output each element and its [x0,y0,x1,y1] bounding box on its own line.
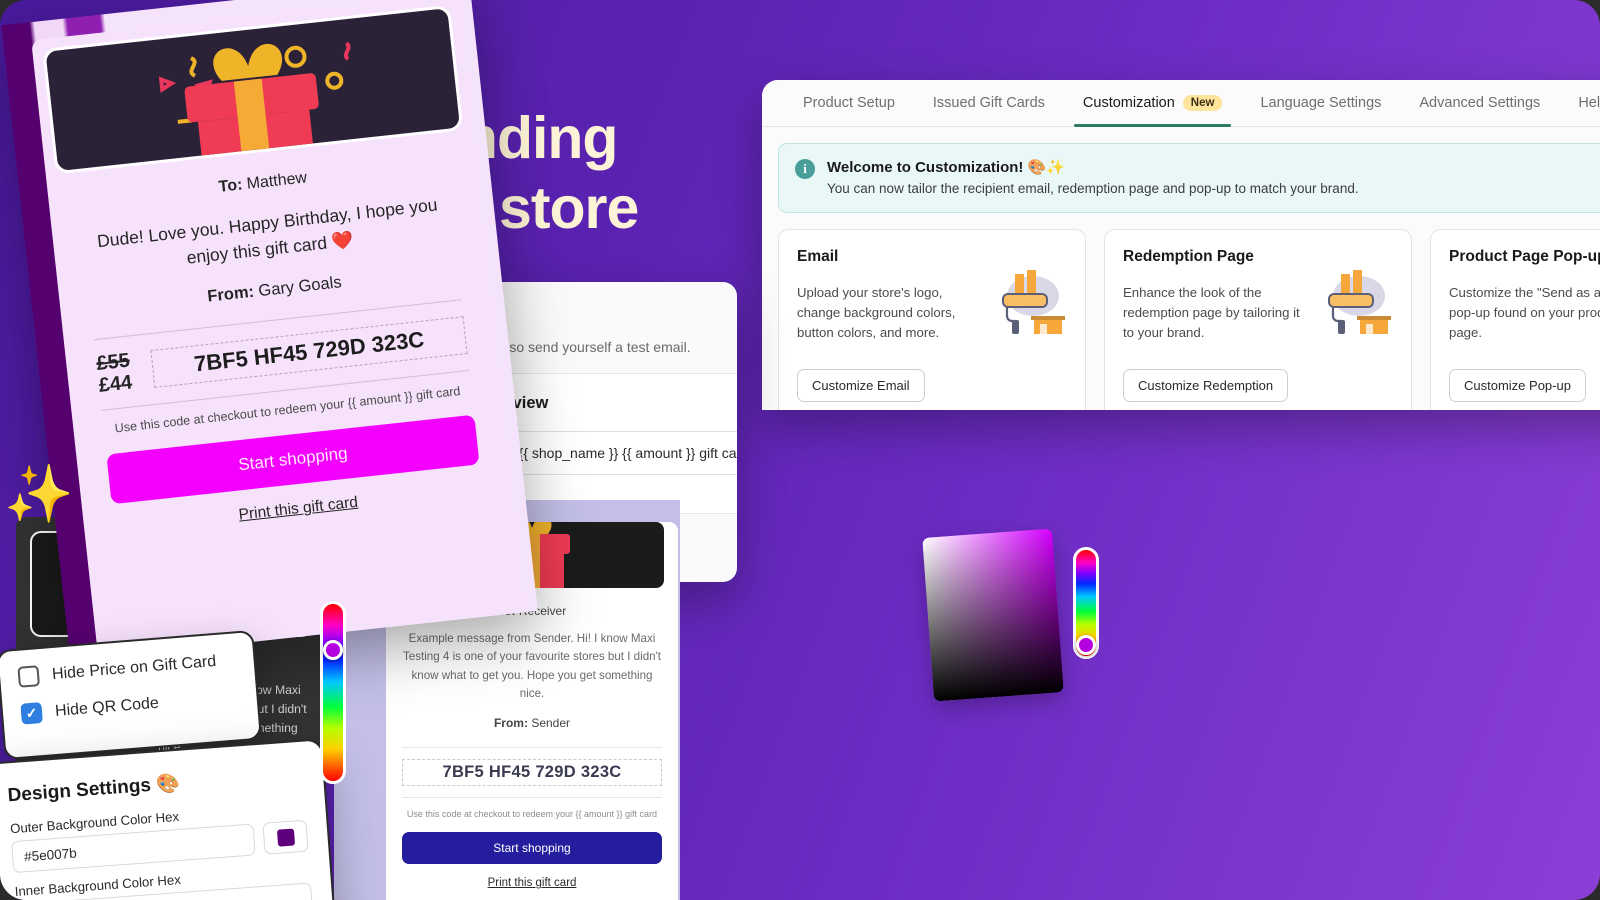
preview-subject-value: {{ shop_name }} {{ amount }} gift card [518,445,737,461]
info-icon: i [795,159,815,179]
tab-customization[interactable]: Customization New [1064,80,1242,127]
gift-box-icon [158,41,351,172]
to-value: Matthew [245,169,308,193]
from-value: Gary Goals [257,272,343,300]
outer-background-swatch[interactable] [262,819,309,855]
card-description: Customize the "Send as a gift" pop-up fo… [1449,285,1600,340]
tab-label: Help [1578,95,1600,111]
hue-slider-handle[interactable] [323,640,343,660]
card-title: Redemption Page [1123,248,1254,265]
sender-line: From: Sender [402,716,662,730]
feature-card-row: Email Upload your store's logo, change b… [762,213,1600,410]
card-product-page-popup: Product Page Pop-up Customize the "Send … [1430,229,1600,410]
gift-code: 7BF5 HF45 729D 323C [402,759,662,787]
tab-label: Product Setup [803,95,895,111]
option-hide-price[interactable]: Hide Price on Gift Card [17,649,236,688]
checkbox-checked-icon[interactable]: ✓ [20,702,43,725]
start-shopping-button[interactable]: Start shopping [402,832,662,865]
card-title: Email [797,248,839,265]
tab-label: Advanced Settings [1419,95,1541,111]
new-badge: New [1182,95,1223,111]
gift-code-section: 7BF5 HF45 729D 323C [402,747,662,799]
option-label: Hide QR Code [54,694,160,720]
print-gift-card-link[interactable]: Print this gift card [402,877,662,889]
tab-label: Issued Gift Cards [932,95,1045,111]
option-hide-qr-code[interactable]: ✓ Hide QR Code [20,686,239,725]
customize-popup-button[interactable]: Customize Pop-up [1449,369,1586,402]
card-email: Email Upload your store's logo, change b… [778,229,1086,410]
price-discounted: £44 [97,371,134,397]
banner-title: Welcome to Customization! 🎨✨ [827,159,1065,176]
option-label: Hide Price on Gift Card [51,652,217,683]
customize-email-button[interactable]: Customize Email [797,369,925,402]
tab-bar: Product Setup Issued Gift Cards Customiz… [762,80,1600,127]
code-hint: Use this code at checkout to redeem your… [406,809,658,820]
hue-slider-left[interactable] [320,601,346,784]
price-block: £55 £44 [95,349,133,397]
paint-roller-icon [1002,270,1065,334]
card-redemption-page: Redemption Page Enhance the look of the … [1104,229,1412,410]
banner-subtitle: You can now tailor the recipient email, … [827,181,1359,196]
hue-slider-right[interactable] [1073,547,1099,659]
card-description: Upload your store's logo, change backgro… [797,285,956,340]
design-settings-panel: Design Settings 🎨 Outer Background Color… [0,738,357,900]
checkbox-unchecked-icon[interactable] [17,665,41,688]
gift-card-options-panel: Hide Price on Gift Card ✓ Hide QR Code [0,629,262,761]
from-label: From: [206,282,255,306]
gift-hero-pink [42,4,464,175]
from-value: Sender [531,716,571,731]
message-text: Example message from Sender. Hi! I know … [402,632,662,700]
welcome-banner: i Welcome to Customization! 🎨✨ You can n… [778,143,1600,213]
tab-label: Customization [1082,95,1175,111]
field-outer-background: Outer Background Color Hex #5e007b [10,800,309,874]
hue-slider-handle[interactable] [1076,635,1096,655]
from-label: From: [493,716,528,731]
tab-label: Language Settings [1260,95,1382,111]
pink-email-preview: To: Matthew Dude! Love you. Happy Birthd… [31,0,526,657]
tab-language-settings[interactable]: Language Settings [1241,80,1400,127]
paint-roller-icon [1328,270,1391,334]
card-description: Enhance the look of the redemption page … [1123,285,1300,340]
panel-title: Design Settings 🎨 [6,772,181,807]
pink-email-body: To: Matthew Dude! Love you. Happy Birthd… [48,151,513,542]
pink-email-preview-backdrop: To: Matthew Dude! Love you. Happy Birthd… [1,0,538,662]
admin-window: Product Setup Issued Gift Cards Customiz… [762,80,1600,410]
to-label: To: [217,176,244,196]
color-picker-gradient[interactable] [922,528,1064,702]
card-title: Product Page Pop-up [1449,248,1600,265]
tab-help[interactable]: Help [1559,80,1600,127]
sparkles-icon: ✨ [4,462,74,525]
tab-issued-gift-cards[interactable]: Issued Gift Cards [914,80,1064,127]
tab-product-setup[interactable]: Product Setup [784,80,914,127]
customize-redemption-button[interactable]: Customize Redemption [1123,369,1289,402]
tab-advanced-settings[interactable]: Advanced Settings [1400,80,1559,127]
screenshot-canvas: Tailor the branding to match your store … [0,0,1600,900]
light-email-body: To: Receiver Example message from Sender… [386,604,678,889]
